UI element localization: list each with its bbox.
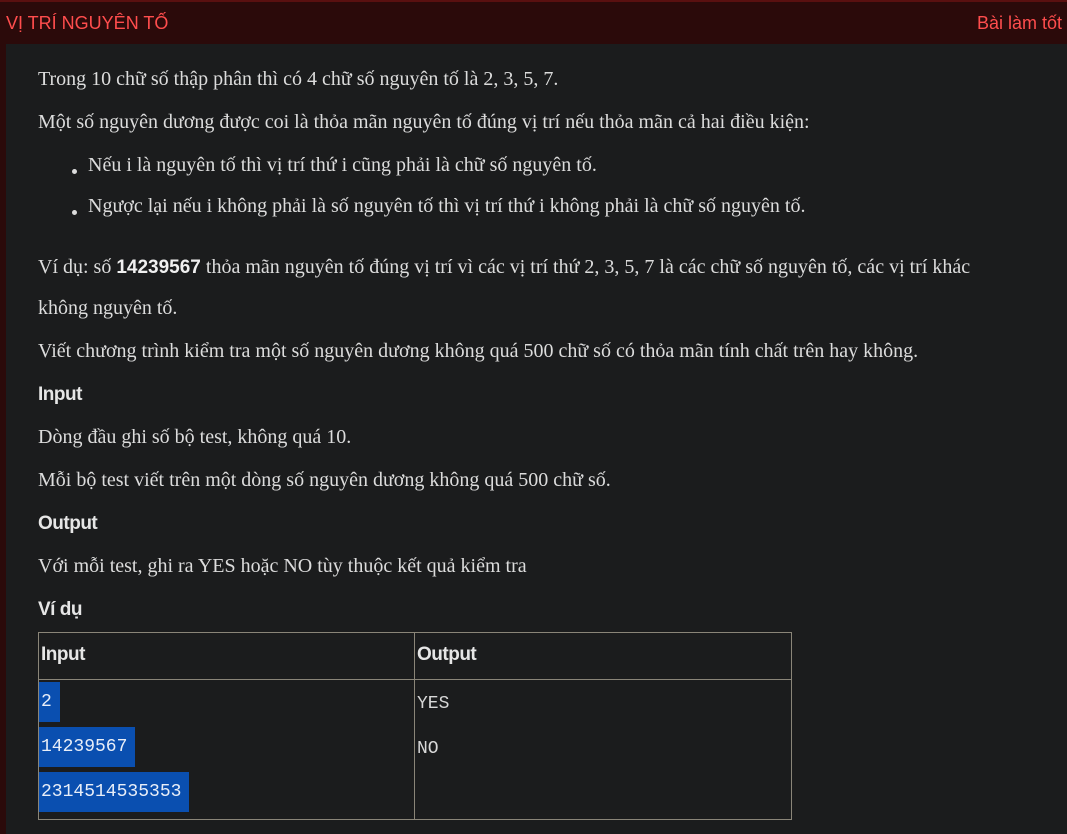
table-header-row: Input Output	[38, 632, 792, 680]
example-number: 14239567	[116, 257, 201, 278]
output-line-1: Với mỗi test, ghi ra YES hoặc NO tùy thu…	[38, 555, 527, 577]
submission-status[interactable]: Bài làm tốt	[977, 13, 1062, 34]
input-line-1: Dòng đầu ghi số bộ test, không quá 10.	[38, 426, 352, 448]
input-line[interactable]: 2314514535353	[39, 772, 190, 812]
example-table: Input Output 2 14239567 2314514535353 YE…	[38, 632, 792, 820]
condition-2: Ngược lại nếu i không phải là số nguyên …	[88, 195, 806, 217]
condition-1: Nếu i là nguyên tố thì vị trí thứ i cũng…	[88, 154, 597, 176]
input-cell[interactable]: 2 14239567 2314514535353	[38, 679, 415, 820]
intro-text: Trong 10 chữ số thập phân thì có 4 chữ s…	[38, 68, 559, 90]
condition-text: Một số nguyên dương được coi là thỏa mãn…	[38, 111, 810, 133]
input-heading: Input	[38, 384, 82, 405]
output-line: YES	[417, 694, 450, 714]
problem-title: VỊ TRÍ NGUYÊN TỐ	[6, 13, 169, 33]
bullet-icon	[72, 210, 77, 215]
example-prefix: Ví dụ: số	[38, 256, 117, 278]
input-line-2: Mỗi bộ test viết trên một dòng số nguyên…	[38, 469, 611, 491]
task-text: Viết chương trình kiểm tra một số nguyên…	[38, 340, 919, 362]
example-text: Ví dụ: số 14239567 thỏa mãn nguyên tố đú…	[38, 256, 970, 279]
table-row: 2 14239567 2314514535353 YES NO	[38, 679, 792, 820]
input-line[interactable]: 2	[39, 682, 60, 722]
input-line[interactable]: 14239567	[39, 727, 136, 767]
output-heading: Output	[38, 513, 98, 534]
bullet-icon	[72, 169, 77, 174]
example-heading: Ví dụ	[38, 599, 82, 620]
example-suffix: thỏa mãn nguyên tố đúng vị trí vì các vị…	[200, 256, 971, 278]
output-cell[interactable]: YES NO	[414, 679, 792, 820]
output-column-header: Output	[414, 632, 792, 680]
input-column-header: Input	[38, 632, 415, 680]
example-text-cont: không nguyên tố.	[38, 297, 178, 319]
problem-statement: Trong 10 chữ số thập phân thì có 4 chữ s…	[6, 44, 1067, 834]
output-line: NO	[417, 739, 439, 759]
problem-title-bar: VỊ TRÍ NGUYÊN TỐ Bài làm tốt	[0, 0, 1067, 44]
